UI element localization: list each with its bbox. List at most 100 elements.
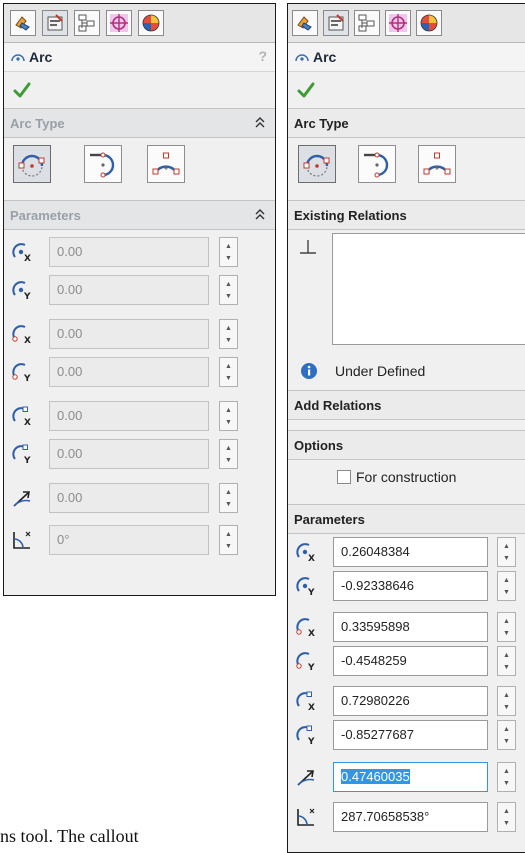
end-x-field[interactable]: 0.00: [49, 401, 209, 431]
param-row: 0.00 ▲ ▼: [4, 234, 275, 268]
feature-manager-tab[interactable]: [292, 10, 318, 36]
manager-tabs: [288, 4, 525, 43]
parameters-group-title: Parameters: [10, 207, 81, 223]
arc-icon: [294, 49, 310, 65]
arc-type-group-header[interactable]: Arc Type: [288, 108, 525, 138]
existing-relations-group-title: Existing Relations: [294, 207, 407, 223]
center-y-field[interactable]: -0.92338646: [333, 571, 488, 601]
radius-field[interactable]: 0.47460035: [333, 762, 488, 792]
ok-check-icon[interactable]: [296, 80, 316, 100]
three-point-arc-button[interactable]: [147, 145, 185, 183]
existing-relations-list[interactable]: [332, 233, 525, 345]
angle-icon: [11, 529, 33, 551]
tangent-arc-button[interactable]: [358, 145, 396, 183]
radius-selected-text: 0.47460035: [341, 769, 410, 784]
dimxpert-manager-tab[interactable]: [106, 10, 132, 36]
collapse-chevron-icon[interactable]: [254, 115, 266, 129]
configuration-manager-tab[interactable]: [74, 10, 100, 36]
start-x-field[interactable]: 0.00: [49, 319, 209, 349]
for-construction-checkbox[interactable]: [337, 470, 351, 484]
tangent-arc-icon: [361, 148, 393, 180]
spin-button[interactable]: ▲ ▼: [219, 525, 238, 555]
ok-check-icon[interactable]: [12, 80, 32, 100]
display-manager-tab[interactable]: [416, 10, 442, 36]
parameters-list: 0.26048384 ▲ ▼ -0.92338646 ▲ ▼ 0.33595898 ▲ ▼ …: [288, 534, 525, 852]
display-manager-tab[interactable]: [138, 10, 164, 36]
center-y-icon: [295, 575, 317, 597]
parameters-group-title: Parameters: [294, 511, 365, 527]
spin-button[interactable]: ▲ ▼: [497, 612, 516, 642]
spin-button[interactable]: ▲ ▼: [219, 439, 238, 469]
centerpoint-arc-button[interactable]: [13, 145, 51, 183]
spin-button[interactable]: ▲ ▼: [219, 319, 238, 349]
center-x-icon: [11, 241, 33, 263]
parameters-group-header[interactable]: Parameters: [4, 200, 275, 230]
center-x-field[interactable]: 0.26048384: [333, 537, 488, 567]
param-row: 287.70658538° ▲ ▼: [288, 799, 525, 833]
info-icon: [299, 361, 319, 381]
spin-button[interactable]: ▲ ▼: [219, 357, 238, 387]
end-y-field[interactable]: 0.00: [49, 439, 209, 469]
help-button[interactable]: ?: [258, 48, 267, 64]
three-point-arc-icon: [421, 148, 453, 180]
arc-type-group-header[interactable]: Arc Type: [4, 108, 275, 138]
panel-title-row: Arc ?: [4, 43, 275, 72]
dimxpert-icon: [109, 13, 129, 33]
feature-manager-icon: [13, 13, 33, 33]
center-x-field[interactable]: 0.00: [49, 237, 209, 267]
end-x-field[interactable]: 0.72980226: [333, 686, 488, 716]
spin-button[interactable]: ▲ ▼: [497, 802, 516, 832]
end-y-icon: [11, 443, 33, 465]
spin-button[interactable]: ▲ ▼: [219, 275, 238, 305]
center-y-field[interactable]: 0.00: [49, 275, 209, 305]
center-y-icon: [11, 279, 33, 301]
start-y-icon: [11, 361, 33, 383]
existing-relations-section: Under Defined: [288, 230, 525, 390]
spin-button[interactable]: ▲ ▼: [497, 720, 516, 750]
centerpoint-arc-icon: [16, 148, 48, 180]
start-x-field[interactable]: 0.33595898: [333, 612, 488, 642]
panel-title: Arc: [29, 49, 53, 65]
start-y-field[interactable]: -0.4548259: [333, 646, 488, 676]
spin-button[interactable]: ▲ ▼: [219, 237, 238, 267]
parameters-group-header[interactable]: Parameters: [288, 504, 525, 534]
three-point-arc-button[interactable]: [418, 145, 456, 183]
feature-manager-tab[interactable]: [10, 10, 36, 36]
spin-button[interactable]: ▲ ▼: [497, 571, 516, 601]
radius-icon: [295, 766, 317, 788]
tangent-arc-icon: [87, 148, 119, 180]
angle-field[interactable]: 287.70658538°: [333, 802, 488, 832]
angle-icon: [295, 806, 317, 828]
angle-field[interactable]: 0°: [49, 525, 209, 555]
centerpoint-arc-button[interactable]: [298, 145, 336, 183]
end-y-field[interactable]: -0.85277687: [333, 720, 488, 750]
tangent-arc-button[interactable]: [84, 145, 122, 183]
spin-button[interactable]: ▲ ▼: [497, 762, 516, 792]
three-point-arc-icon: [150, 148, 182, 180]
property-manager-tab[interactable]: [42, 10, 68, 36]
add-relations-group-header[interactable]: Add Relations: [288, 390, 525, 420]
param-row: 0.47460035 ▲ ▼: [288, 759, 525, 793]
property-manager-icon: [326, 13, 346, 33]
display-manager-icon: [419, 13, 439, 33]
property-manager-tab[interactable]: [323, 10, 349, 36]
spin-button[interactable]: ▲ ▼: [497, 537, 516, 567]
param-row: 0.00 ▲ ▼: [4, 480, 275, 514]
configuration-manager-tab[interactable]: [354, 10, 380, 36]
options-group-header[interactable]: Options: [288, 430, 525, 460]
spin-button[interactable]: ▲ ▼: [219, 483, 238, 513]
param-row: 0.33595898 ▲ ▼: [288, 609, 525, 643]
arc-type-buttons: [4, 138, 275, 196]
center-x-icon: [295, 541, 317, 563]
configuration-manager-icon: [357, 13, 377, 33]
dimxpert-manager-tab[interactable]: [385, 10, 411, 36]
collapse-chevron-icon[interactable]: [254, 207, 266, 221]
add-relations-group-title: Add Relations: [294, 397, 382, 413]
radius-field[interactable]: 0.00: [49, 483, 209, 513]
start-y-field[interactable]: 0.00: [49, 357, 209, 387]
spin-button[interactable]: ▲ ▼: [497, 686, 516, 716]
existing-relations-group-header[interactable]: Existing Relations: [288, 200, 525, 230]
spin-button[interactable]: ▲ ▼: [219, 401, 238, 431]
spin-button[interactable]: ▲ ▼: [497, 646, 516, 676]
options-group-title: Options: [294, 437, 344, 453]
